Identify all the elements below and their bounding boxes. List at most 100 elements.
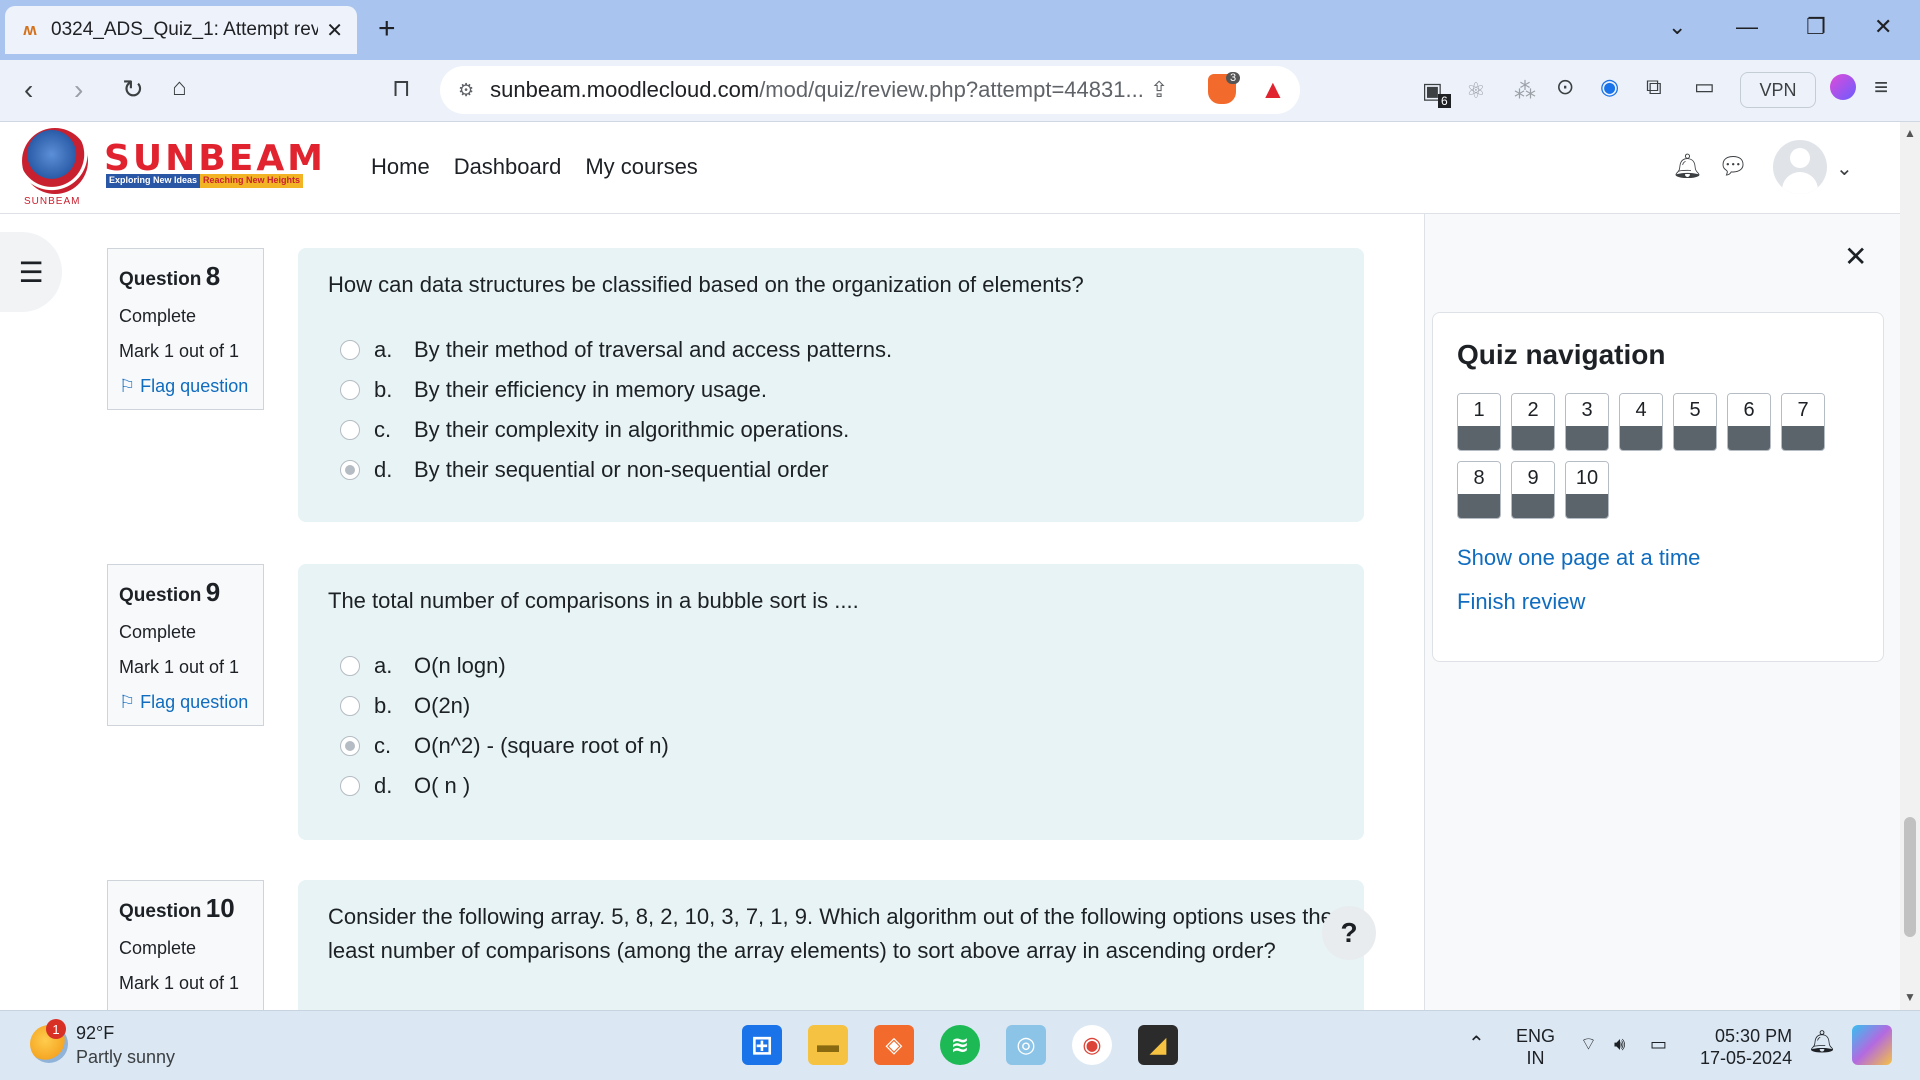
answer-option-a[interactable]: a. By their method of traversal and acces… [328, 330, 1334, 370]
question-content-9: The total number of comparisons in a bub… [298, 564, 1364, 840]
scroll-up-arrow-icon[interactable]: ▲ [1904, 126, 1916, 140]
answer-option-d[interactable]: d. O( n ) [328, 766, 1334, 806]
user-menu-chevron-icon[interactable]: ⌄ [1836, 156, 1853, 181]
radio-button[interactable] [340, 380, 360, 400]
finish-review-link[interactable]: Finish review [1457, 589, 1859, 615]
answer-option-a[interactable]: a. O(n logn) [328, 646, 1334, 686]
quiz-nav-button-5[interactable]: 5 [1673, 393, 1717, 451]
sunbeam-logo-icon[interactable] [22, 128, 88, 194]
chrome-icon[interactable]: ◉ [1072, 1025, 1112, 1065]
weather-notification-badge: 1 [46, 1019, 66, 1039]
share-icon[interactable]: ⇪ [1150, 77, 1168, 103]
scroll-down-arrow-icon[interactable]: ▼ [1904, 990, 1916, 1004]
browser-tab[interactable]: ʍ 0324_ADS_Quiz_1: Attempt revie ✕ [5, 6, 357, 54]
answer-option-c[interactable]: c. O(n^2) - (square root of n) [328, 726, 1334, 766]
question-status: Complete [119, 622, 197, 642]
wallet-icon[interactable]: ▭ [1694, 74, 1715, 100]
radio-button-selected[interactable] [340, 460, 360, 480]
brave-leo-icon[interactable] [1830, 74, 1856, 100]
answer-option-b[interactable]: b. By their efficiency in memory usage. [328, 370, 1334, 410]
quiz-nav-button-10[interactable]: 10 [1565, 461, 1609, 519]
page-scrollbar[interactable]: ▲ ▼ [1900, 122, 1920, 1010]
nav-my-courses[interactable]: My courses [585, 154, 697, 180]
minimize-button[interactable]: — [1736, 14, 1758, 40]
quiz-nav-button-3[interactable]: 3 [1565, 393, 1609, 451]
notifications-bell-icon[interactable]: 🔔︎ [1672, 152, 1702, 181]
reload-button[interactable]: ↻ [122, 74, 144, 105]
language-indicator[interactable]: ENG IN [1516, 1025, 1555, 1069]
quiz-nav-button-4[interactable]: 4 [1619, 393, 1663, 451]
brave-rewards-icon[interactable]: ▲ [1260, 74, 1286, 105]
answer-option-c[interactable]: c. By their complexity in algorithmic ope… [328, 410, 1334, 450]
weather-temperature[interactable]: 92°F [76, 1023, 114, 1044]
home-button[interactable]: ⌂ [172, 74, 187, 102]
flag-question-link[interactable]: ⚐ Flag question [119, 692, 252, 713]
nav-home[interactable]: Home [371, 154, 430, 180]
react-devtools-icon[interactable]: ⚛ [1466, 78, 1486, 104]
logo-caption: SUNBEAM [24, 196, 81, 207]
quiz-nav-button-1[interactable]: 1 [1457, 393, 1501, 451]
sticky-notes-icon[interactable]: ◢ [1138, 1025, 1178, 1065]
quiz-nav-button-8[interactable]: 8 [1457, 461, 1501, 519]
quiz-nav-button-6[interactable]: 6 [1727, 393, 1771, 451]
site-info-icon[interactable]: ⚙ [458, 80, 474, 101]
question-status: Complete [119, 306, 197, 326]
notification-bell-icon[interactable]: 🔔︎ [1808, 1031, 1836, 1053]
url-bar[interactable]: ⚙ sunbeam.moodlecloud.com/mod/quiz/revie… [440, 66, 1300, 114]
logo-wordmark[interactable]: SUNBEAM [104, 138, 326, 179]
extension-icon[interactable]: ⁂ [1514, 78, 1536, 104]
wifi-icon[interactable]: ⌔ [1580, 1033, 1597, 1055]
answer-option-b[interactable]: b. O(2n) [328, 686, 1334, 726]
scrollbar-thumb[interactable] [1904, 817, 1916, 937]
close-window-button[interactable]: ✕ [1874, 14, 1892, 40]
quiz-nav-button-9[interactable]: 9 [1511, 461, 1555, 519]
wallet-extension-badge: 6 [1438, 94, 1451, 108]
close-drawer-icon[interactable]: ✕ [1844, 240, 1867, 273]
show-one-page-link[interactable]: Show one page at a time [1457, 545, 1859, 571]
extensions-puzzle-icon[interactable]: ⧉ [1646, 74, 1662, 100]
edge-extension-icon[interactable]: ◉ [1600, 74, 1619, 100]
question-label: Question [119, 901, 202, 922]
flag-question-link[interactable]: ⚐ Flag question [119, 376, 252, 397]
battery-icon[interactable]: ▭ [1650, 1033, 1667, 1055]
quiz-nav-button-7[interactable]: 7 [1781, 393, 1825, 451]
back-button[interactable]: ‹ [24, 74, 33, 106]
show-hidden-icons-chevron-icon[interactable]: ⌃ [1468, 1033, 1485, 1055]
clock[interactable]: 05:30 PM 17-05-2024 [1700, 1025, 1792, 1069]
user-avatar[interactable] [1773, 140, 1827, 194]
code-extension-icon[interactable]: ⊙ [1556, 74, 1574, 100]
weather-description[interactable]: Partly sunny [76, 1047, 175, 1068]
course-index-toggle-button[interactable]: ☰ [0, 232, 62, 312]
messages-icon[interactable]: 💬︎ [1718, 152, 1748, 181]
option-letter: b. [374, 693, 393, 718]
answer-option-d[interactable]: d. By their sequential or non-sequential … [328, 450, 1334, 490]
quiz-nav-number: 7 [1782, 394, 1824, 426]
volume-icon[interactable]: 🔊︎ [1614, 1033, 1625, 1055]
photos-app-icon[interactable]: ◎ [1006, 1025, 1046, 1065]
question-content-8: How can data structures be classified ba… [298, 248, 1364, 522]
url-text[interactable]: sunbeam.moodlecloud.com/mod/quiz/review.… [490, 77, 1144, 103]
new-tab-button[interactable]: + [378, 12, 396, 46]
menu-icon[interactable]: ≡ [1874, 74, 1888, 102]
address-toolbar: ‹ › ↻ ⌂ ⊓ ⚙ sunbeam.moodlecloud.com/mod/… [0, 60, 1920, 122]
radio-button[interactable] [340, 340, 360, 360]
close-tab-icon[interactable]: ✕ [326, 18, 343, 43]
copilot-icon[interactable] [1852, 1025, 1892, 1065]
nav-dashboard[interactable]: Dashboard [454, 154, 562, 180]
windows-start-icon[interactable]: ⊞ [742, 1025, 782, 1065]
bookmark-icon[interactable]: ⊓ [392, 74, 411, 103]
restore-button[interactable]: ❐ [1806, 14, 1826, 40]
tab-search-chevron-icon[interactable]: ⌄ [1668, 14, 1686, 40]
vpn-button[interactable]: VPN [1740, 72, 1816, 108]
radio-button[interactable] [340, 420, 360, 440]
radio-button[interactable] [340, 656, 360, 676]
quiz-nav-button-2[interactable]: 2 [1511, 393, 1555, 451]
spotify-icon[interactable]: ≋ [940, 1025, 980, 1065]
forward-button[interactable]: › [74, 74, 83, 106]
brave-browser-icon[interactable]: ◈ [874, 1025, 914, 1065]
file-explorer-icon[interactable]: ▬ [808, 1025, 848, 1065]
radio-button[interactable] [340, 696, 360, 716]
help-button[interactable]: ? [1322, 906, 1376, 960]
radio-button-selected[interactable] [340, 736, 360, 756]
radio-button[interactable] [340, 776, 360, 796]
